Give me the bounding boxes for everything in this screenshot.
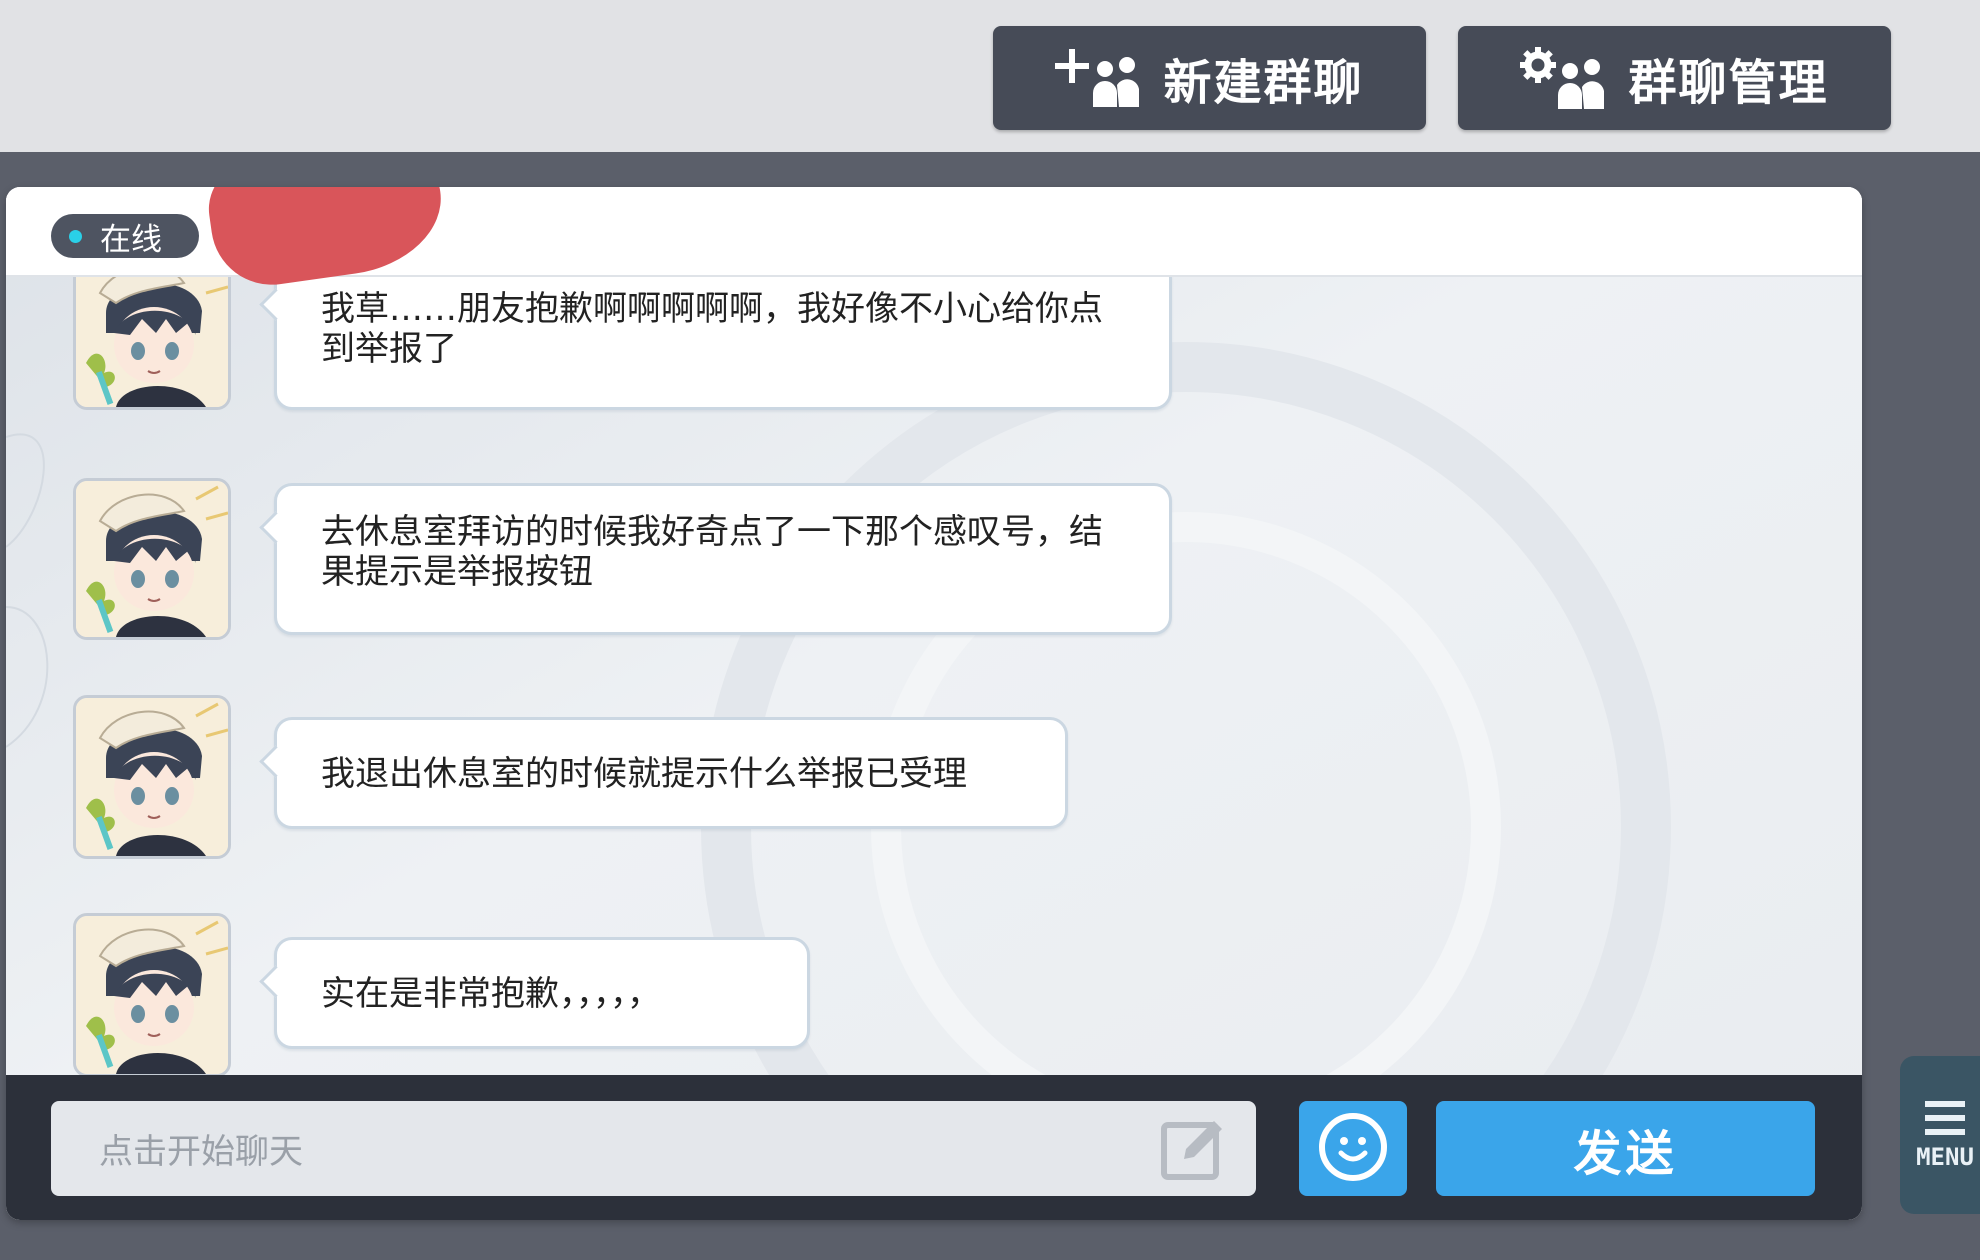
avatar[interactable]	[73, 913, 231, 1075]
send-button[interactable]: 发送	[1436, 1101, 1815, 1196]
edit-icon	[1160, 1115, 1228, 1192]
top-bar: 新建群聊 群聊管理	[0, 0, 1980, 152]
message-text: 我草……朋友抱歉啊啊啊啊啊，我好像不小心给你点到举报了	[321, 289, 1103, 369]
online-indicator-dot	[69, 229, 82, 243]
group-settings-icon	[1520, 45, 1606, 111]
message-bubble[interactable]: 我草……朋友抱歉啊啊啊啊啊，我好像不小心给你点到举报了	[274, 275, 1172, 410]
menu-label: MENU	[1916, 1143, 1974, 1171]
message-bubble[interactable]: 我退出休息室的时候就提示什么举报已受理	[274, 717, 1068, 829]
message-list[interactable]: 我草……朋友抱歉啊啊啊啊啊，我好像不小心给你点到举报了 去休息室拜访的时候我好奇…	[6, 275, 1862, 1075]
message-bubble[interactable]: 实在是非常抱歉，，，，，	[274, 937, 810, 1049]
online-status-label: 在线	[100, 221, 162, 258]
chat-input-bar: 点击开始聊天 发送	[6, 1075, 1862, 1220]
chat-input-placeholder: 点击开始聊天	[99, 1132, 303, 1172]
online-status-badge: 在线	[51, 214, 199, 258]
avatar[interactable]	[73, 695, 231, 859]
avatar[interactable]	[73, 478, 231, 640]
new-group-chat-label: 新建群聊	[1163, 55, 1364, 111]
redacted-username	[202, 187, 450, 293]
new-group-chat-button[interactable]: 新建群聊	[993, 26, 1426, 130]
hamburger-icon	[1925, 1101, 1965, 1135]
send-button-label: 发送	[1573, 1125, 1678, 1182]
group-chat-management-label: 群聊管理	[1628, 55, 1829, 111]
message-bubble[interactable]: 去休息室拜访的时候我好奇点了一下那个感叹号，结果提示是举报按钮	[274, 483, 1172, 635]
smiley-icon	[1317, 1111, 1389, 1187]
menu-button[interactable]: MENU	[1900, 1056, 1980, 1214]
group-chat-management-button[interactable]: 群聊管理	[1458, 26, 1891, 130]
avatar[interactable]	[73, 275, 231, 410]
chat-input-field[interactable]: 点击开始聊天	[51, 1101, 1256, 1196]
message-text: 我退出休息室的时候就提示什么举报已受理	[321, 754, 967, 794]
message-text: 实在是非常抱歉，，，，，	[321, 974, 661, 1014]
emoji-button[interactable]	[1299, 1101, 1407, 1196]
add-group-icon	[1055, 45, 1141, 111]
chat-panel: 在线 我草……朋友抱歉啊啊啊啊啊，我好像不小心给你点到举报了 去休息室拜访的时候…	[6, 187, 1862, 1220]
chat-header: 在线	[6, 187, 1862, 293]
message-text: 去休息室拜访的时候我好奇点了一下那个感叹号，结果提示是举报按钮	[321, 512, 1103, 592]
